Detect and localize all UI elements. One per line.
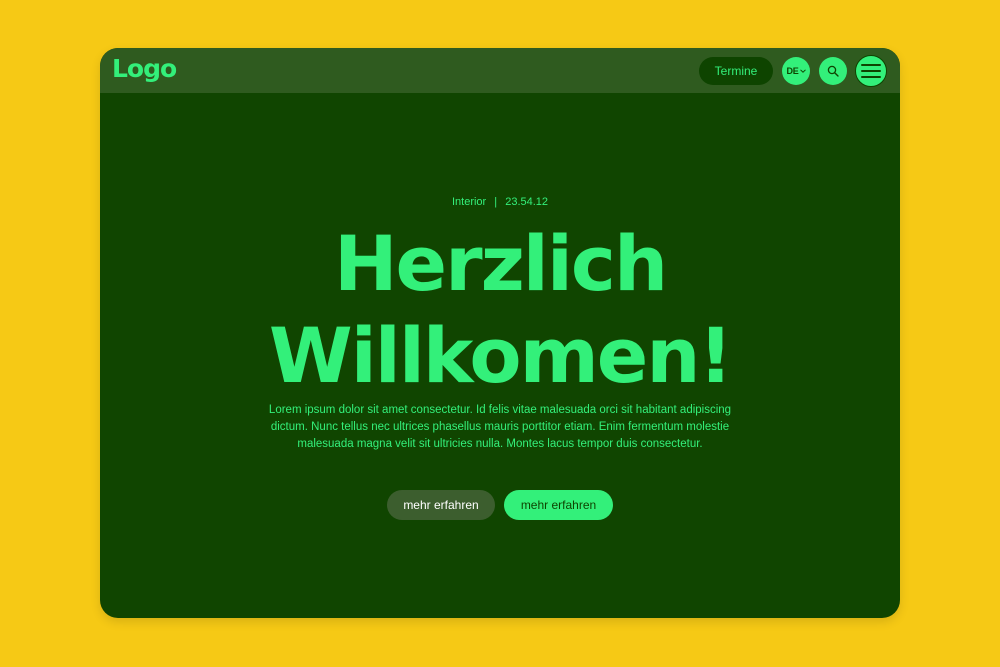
category-label: Interior bbox=[451, 196, 487, 208]
post-meta: Interior | 23.54.12 bbox=[100, 196, 900, 208]
meta-separator: | bbox=[494, 196, 498, 208]
menu-button[interactable] bbox=[855, 55, 887, 87]
chevron-down-icon bbox=[799, 69, 806, 73]
search-icon bbox=[827, 65, 839, 77]
headline-line-2: Willkomen! bbox=[268, 311, 733, 400]
search-button[interactable] bbox=[819, 57, 847, 85]
date-label: 23.54.12 bbox=[505, 196, 549, 208]
hamburger-menu-icon bbox=[861, 64, 881, 78]
top-navigation: Logo Termine DE bbox=[100, 48, 900, 93]
learn-more-primary-button[interactable]: mehr erfahren bbox=[504, 490, 613, 520]
logo[interactable]: Logo bbox=[112, 54, 177, 84]
hero-body-text: Lorem ipsum dolor sit amet consectetur. … bbox=[268, 404, 732, 450]
learn-more-secondary-button[interactable]: mehr erfahren bbox=[387, 490, 495, 520]
headline-line-1: Herzlich bbox=[333, 219, 668, 308]
language-label: DE bbox=[786, 66, 799, 76]
language-selector[interactable]: DE bbox=[782, 57, 810, 85]
hero-headline: Herzlich Willkomen! bbox=[100, 218, 900, 402]
termine-button[interactable]: Termine bbox=[699, 57, 773, 85]
browser-window: Logo Termine DE Interior | 23.54.12 Herz… bbox=[100, 48, 900, 618]
